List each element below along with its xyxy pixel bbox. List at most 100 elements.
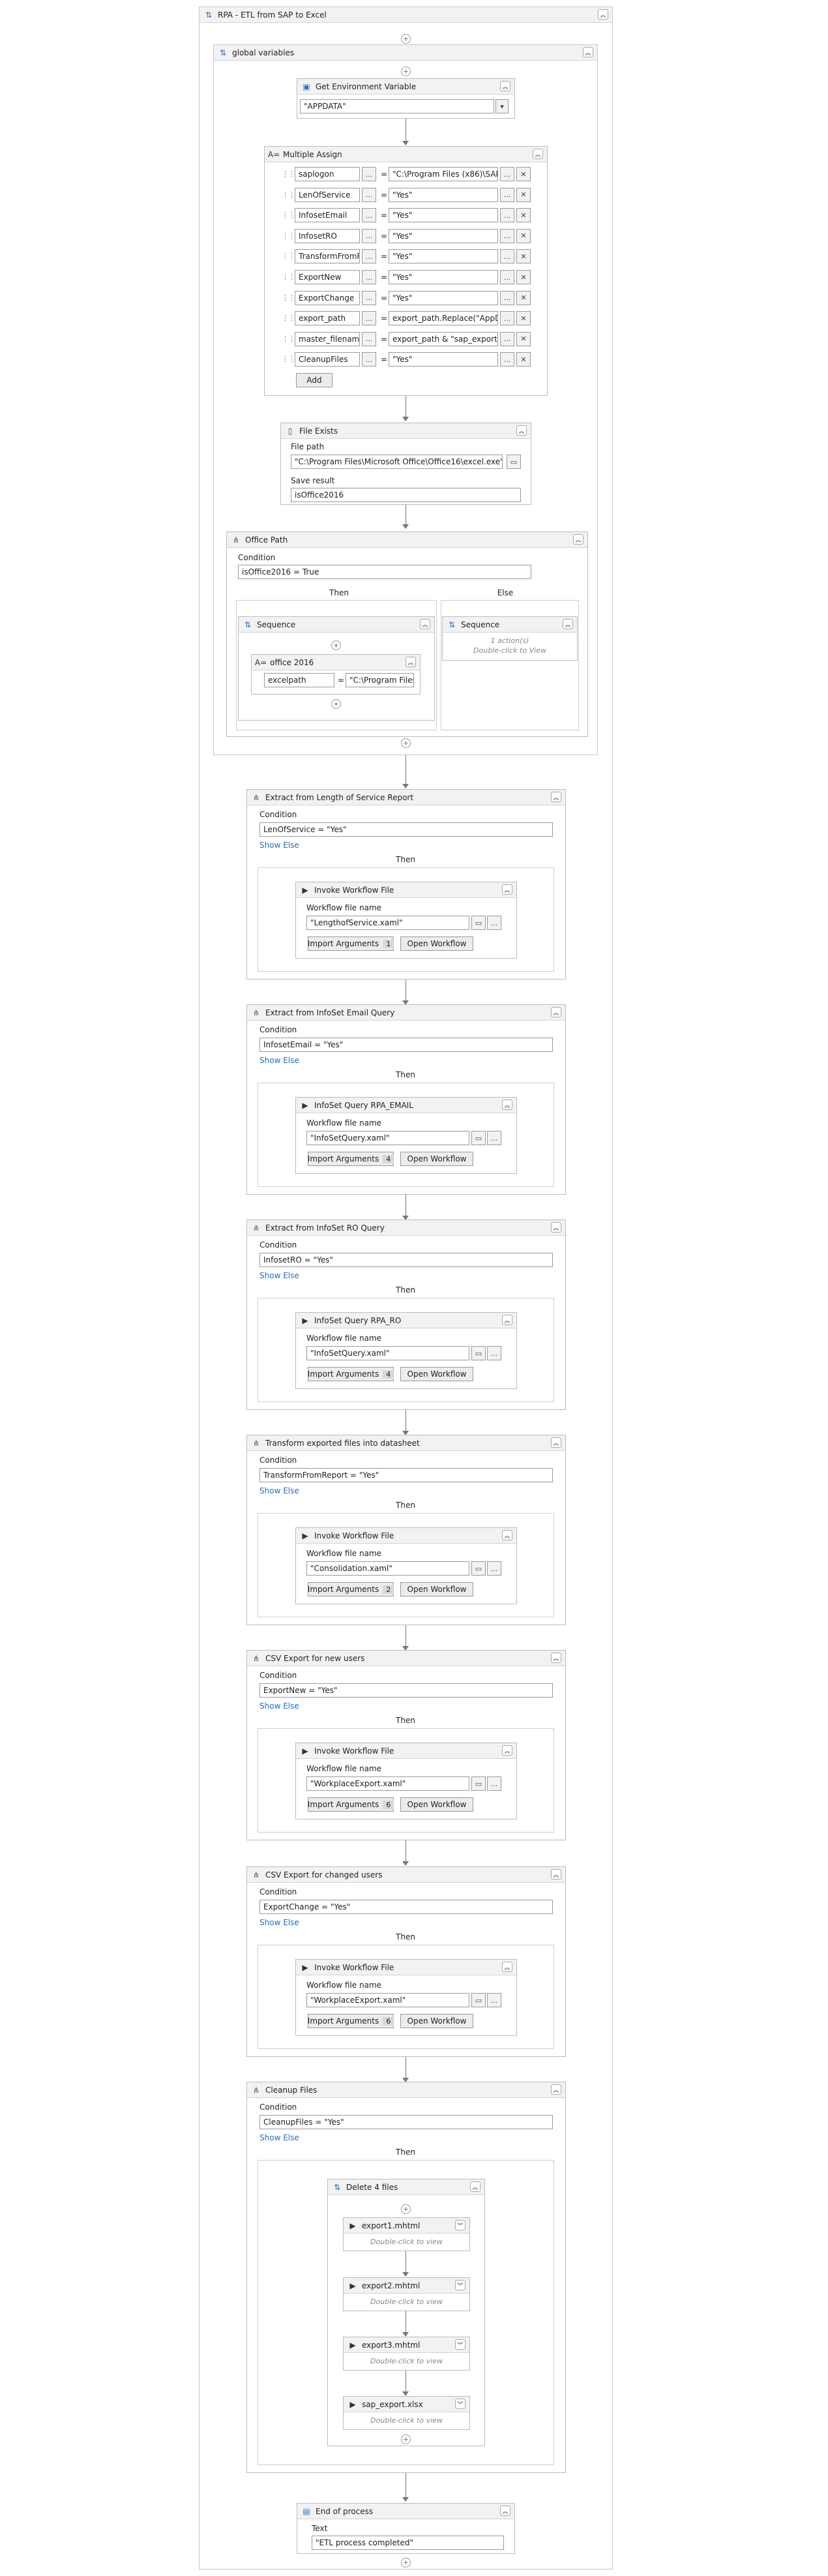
- collapse-icon[interactable]: ︽: [551, 1437, 561, 1448]
- assign-to-ellipsis-button[interactable]: ...: [362, 270, 376, 284]
- workflow-file-field[interactable]: "WorkplaceExport.xaml": [306, 1993, 469, 2007]
- multiple-assign-header[interactable]: A= Multiple Assign ︽: [265, 147, 547, 162]
- assign-to-ellipsis-button[interactable]: ...: [362, 249, 376, 264]
- show-else-link[interactable]: Show Else: [259, 1701, 299, 1711]
- file-path-field[interactable]: "C:\Program Files\Microsoft Office\Offic…: [291, 455, 503, 469]
- assign-to-ellipsis-button[interactable]: ...: [362, 352, 376, 367]
- assign-to-field[interactable]: export_path: [295, 311, 360, 326]
- browse-folder-button[interactable]: ▭: [471, 1346, 486, 1360]
- invoke-workflow-header[interactable]: ▶ Invoke Workflow File ︽: [296, 882, 516, 898]
- add-activity-plus[interactable]: +: [401, 2434, 411, 2444]
- ellipsis-button[interactable]: ...: [487, 916, 501, 930]
- condition-field[interactable]: CleanupFiles = "Yes": [259, 2115, 553, 2129]
- drag-handle-icon[interactable]: ⋮⋮: [282, 211, 295, 219]
- add-activity-plus[interactable]: +: [401, 738, 411, 748]
- root-sequence-header[interactable]: ⇅ RPA - ETL from SAP to Excel ︽: [200, 7, 612, 23]
- file-exists-header[interactable]: ▯ File Exists ︽: [281, 423, 531, 439]
- open-workflow-button[interactable]: Open Workflow: [400, 1797, 473, 1812]
- add-activity-plus[interactable]: +: [401, 34, 411, 44]
- ellipsis-button[interactable]: ...: [487, 1346, 501, 1360]
- then-sequence-header[interactable]: ⇅ Sequence ︽: [239, 617, 434, 633]
- workflow-file-field[interactable]: "LengthofService.xaml": [306, 916, 469, 930]
- browse-folder-button[interactable]: ▭: [471, 1993, 486, 2007]
- import-arguments-button[interactable]: Import Arguments 4: [308, 1367, 394, 1381]
- browse-folder-button[interactable]: ▭: [471, 1131, 486, 1145]
- assign-value-field[interactable]: export_path & "sap_export.xls: [389, 331, 498, 346]
- open-workflow-button[interactable]: Open Workflow: [400, 936, 473, 951]
- collapse-icon[interactable]: ︽: [500, 2506, 510, 2516]
- collapse-icon[interactable]: ︽: [551, 2084, 561, 2095]
- workflow-file-field[interactable]: "InfoSetQuery.xaml": [306, 1131, 469, 1145]
- show-else-link[interactable]: Show Else: [259, 841, 299, 850]
- open-workflow-button[interactable]: Open Workflow: [400, 1367, 473, 1381]
- collapse-icon[interactable]: ︽: [551, 1007, 561, 1017]
- assign-value-ellipsis-button[interactable]: ...: [500, 331, 514, 346]
- show-else-link[interactable]: Show Else: [259, 1486, 299, 1495]
- if-activity-header[interactable]: ⋔ Transform exported files into datasheet…: [247, 1435, 565, 1451]
- assign-value-ellipsis-button[interactable]: ...: [500, 290, 514, 305]
- delete-row-button[interactable]: ✕: [516, 249, 531, 264]
- import-arguments-button[interactable]: Import Arguments 2: [308, 1582, 394, 1596]
- assign-value-field[interactable]: "Yes": [389, 208, 498, 223]
- drag-handle-icon[interactable]: ⋮⋮: [282, 314, 295, 322]
- open-workflow-button[interactable]: Open Workflow: [400, 2014, 473, 2028]
- collapse-icon[interactable]: ︾: [455, 2220, 466, 2230]
- if-activity-header[interactable]: ⋔ Extract from InfoSet Email Query ︽: [247, 1005, 565, 1021]
- assign-to-ellipsis-button[interactable]: ...: [362, 228, 376, 243]
- collapse-icon[interactable]: ︽: [500, 81, 510, 91]
- collapse-icon[interactable]: ︽: [551, 1653, 561, 1663]
- invoke-workflow-header[interactable]: ▶ Invoke Workflow File ︽: [296, 1528, 516, 1544]
- browse-folder-button[interactable]: ▭: [507, 455, 521, 469]
- drag-handle-icon[interactable]: ⋮⋮: [282, 335, 295, 343]
- drag-handle-icon[interactable]: ⋮⋮: [282, 170, 295, 178]
- open-workflow-button[interactable]: Open Workflow: [400, 1152, 473, 1166]
- assign-to-field[interactable]: saplogon: [295, 167, 360, 181]
- delete-row-button[interactable]: ✕: [516, 352, 531, 367]
- assign-value-field[interactable]: export_path.Replace("AppData: [389, 311, 498, 326]
- delete-file-header[interactable]: ▶ export1.mhtml ︾: [344, 2218, 469, 2234]
- delete-row-button[interactable]: ✕: [516, 208, 531, 223]
- drag-handle-icon[interactable]: ⋮⋮: [282, 252, 295, 260]
- global-variables-header[interactable]: ⇅ global variables ︽: [214, 45, 597, 61]
- add-assign-button[interactable]: Add: [296, 373, 333, 387]
- condition-field[interactable]: isOffice2016 = True: [238, 565, 531, 579]
- drag-handle-icon[interactable]: ⋮⋮: [282, 232, 295, 240]
- collapse-icon[interactable]: ︽: [502, 1315, 512, 1325]
- invoke-workflow-header[interactable]: ▶ Invoke Workflow File ︽: [296, 1960, 516, 1975]
- assign-value-ellipsis-button[interactable]: ...: [500, 270, 514, 284]
- cleanup-files-header[interactable]: ⋔ Cleanup Files ︽: [247, 2082, 565, 2098]
- ellipsis-button[interactable]: ...: [487, 1993, 501, 2007]
- text-field[interactable]: "ETL process completed": [312, 2536, 504, 2550]
- else-sequence-header[interactable]: ⇅ Sequence ︽: [443, 617, 577, 633]
- assign-to-field[interactable]: ExportNew: [295, 270, 360, 284]
- assign-to-ellipsis-button[interactable]: ...: [362, 208, 376, 223]
- delete-row-button[interactable]: ✕: [516, 331, 531, 346]
- office-2016-assign-header[interactable]: A= office 2016 ︽: [252, 655, 420, 670]
- assign-value-field[interactable]: "Yes": [389, 187, 498, 202]
- assign-to-field[interactable]: InfosetEmail: [295, 208, 360, 223]
- add-activity-plus[interactable]: +: [331, 699, 341, 709]
- import-arguments-button[interactable]: Import Arguments 4: [308, 1152, 394, 1166]
- assign-value-ellipsis-button[interactable]: ...: [500, 187, 514, 202]
- assign-value-field[interactable]: "Yes": [389, 290, 498, 305]
- drag-handle-icon[interactable]: ⋮⋮: [282, 273, 295, 281]
- workflow-file-field[interactable]: "InfoSetQuery.xaml": [306, 1346, 469, 1360]
- browse-folder-button[interactable]: ▭: [471, 1561, 486, 1576]
- condition-field[interactable]: InfosetRO = "Yes": [259, 1253, 553, 1267]
- if-activity-header[interactable]: ⋔ Extract from InfoSet RO Query ︽: [247, 1220, 565, 1236]
- import-arguments-button[interactable]: Import Arguments 6: [308, 1797, 394, 1812]
- show-else-link[interactable]: Show Else: [259, 2133, 299, 2142]
- assign-to-field[interactable]: InfosetRO: [295, 228, 360, 243]
- assign-to-ellipsis-button[interactable]: ...: [362, 290, 376, 305]
- get-env-header[interactable]: ▣ Get Environment Variable ︽: [297, 79, 514, 95]
- assign-to-field[interactable]: LenOfService: [295, 187, 360, 202]
- assign-value-field[interactable]: "Yes": [389, 270, 498, 284]
- collapse-icon[interactable]: ︽: [583, 47, 593, 57]
- condition-field[interactable]: InfosetEmail = "Yes": [259, 1038, 553, 1052]
- assign-to-field[interactable]: ExportChange: [295, 290, 360, 305]
- assign-value-field[interactable]: "C:\Program Files\: [346, 673, 414, 687]
- ellipsis-button[interactable]: ...: [487, 1776, 501, 1791]
- delete-row-button[interactable]: ✕: [516, 290, 531, 305]
- assign-value-ellipsis-button[interactable]: ...: [500, 167, 514, 181]
- delete-row-button[interactable]: ✕: [516, 311, 531, 326]
